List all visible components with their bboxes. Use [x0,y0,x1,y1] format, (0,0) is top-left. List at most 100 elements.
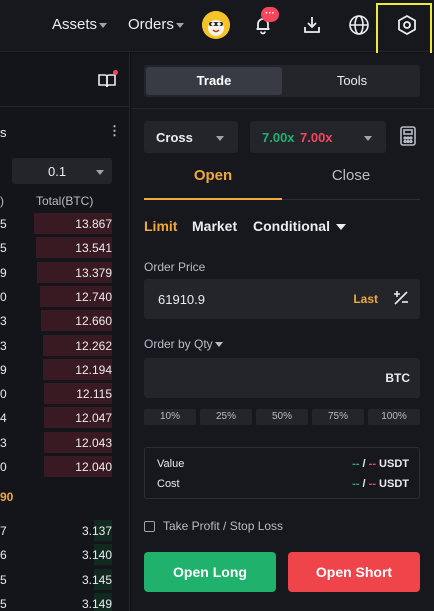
row-total: 12.047 [75,411,112,426]
row-total: 13.867 [75,217,112,231]
order-type-conditional-label: Conditional [253,218,330,234]
tab-open[interactable]: Open [144,167,282,184]
notification-dot [113,70,118,75]
row-price-fragment: 4 [0,411,7,426]
order-book-row[interactable]: 9 13.379 [0,261,130,283]
tpsl-label: Take Profit / Stop Loss [163,519,284,533]
mid-price: 90 [0,490,14,504]
row-price-fragment: 9 [0,265,7,280]
pct-25-button[interactable]: 25% [200,409,252,425]
order-book-row[interactable]: 6 3.140 [0,544,130,566]
value-short: -- [368,458,376,470]
row-total: 12.660 [75,314,112,329]
order-book-row[interactable]: 5 13.541 [0,237,130,259]
order-book-title: s [0,125,7,140]
order-type-conditional[interactable]: Conditional [253,218,346,234]
notification-badge: ··· [261,7,279,22]
cost-long: -- [352,478,360,490]
order-book-row[interactable]: 5 3.145 [0,568,130,590]
tab-tools[interactable]: Tools [284,65,420,97]
plus-minus-icon[interactable] [392,289,410,312]
open-long-button[interactable]: Open Long [144,552,276,592]
row-price-fragment: 0 [0,289,7,304]
order-book-row[interactable]: 9 12.194 [0,358,130,380]
order-type-market[interactable]: Market [192,218,237,234]
order-by-qty-label: Order by Qty [144,337,213,351]
row-price-fragment: 5 [0,596,7,611]
pct-100-button[interactable]: 100% [368,409,420,425]
order-book-row[interactable]: 5 13.867 [0,213,130,234]
value-label: Value [157,458,185,470]
order-book-row[interactable]: 0 12.040 [0,456,130,477]
assets-menu-label: Assets [52,16,98,33]
last-price-button[interactable]: Last [353,292,378,306]
assets-menu[interactable]: Assets [52,16,108,33]
order-by-qty-select[interactable]: Order by Qty [144,337,223,351]
row-total: 3.137 [81,524,112,538]
order-book-row[interactable]: 7 3.137 [0,520,130,541]
tpsl-toggle[interactable]: Take Profit / Stop Loss [144,519,283,533]
cost-unit: USDT [379,478,409,490]
row-price-fragment: 3 [0,435,7,450]
order-book-row[interactable]: 3 12.660 [0,310,130,332]
row-total: 13.541 [75,241,112,256]
row-total: 12.194 [75,362,112,377]
quantity-input[interactable]: BTC [144,358,420,398]
row-total: 12.115 [76,387,112,402]
trade-panel: Trade Tools Cross 7.00x 7.00x Open Close… [131,53,434,611]
row-price-fragment: 6 [0,548,7,563]
tab-trade[interactable]: Trade [146,67,282,95]
order-book-row[interactable]: 3 12.043 [0,431,130,453]
order-price-value: 61910.9 [158,292,205,307]
value-row: Value -- / -- USDT [157,458,409,472]
orders-menu[interactable]: Orders [128,16,184,33]
avatar[interactable] [202,11,230,39]
tab-close[interactable]: Close [282,167,420,184]
order-book-row[interactable]: 0 12.115 [0,383,130,405]
value-long: -- [352,458,360,470]
depth-select[interactable]: 0.1 [12,158,112,184]
pct-10-button[interactable]: 10% [144,409,196,425]
pct-50-button[interactable]: 50% [256,409,308,425]
row-total: 12.262 [75,338,112,353]
order-book-row[interactable]: 3 12.262 [0,334,130,356]
order-type-limit[interactable]: Limit [144,218,177,234]
top-nav-bar: Assets Orders ··· [0,0,434,63]
leverage-select[interactable]: 7.00x 7.00x [250,121,386,153]
row-total: 3.145 [81,572,112,587]
divider [129,53,130,611]
globe-icon[interactable] [344,10,374,40]
book-icon[interactable] [98,73,116,94]
row-total: 12.040 [75,460,112,474]
chevron-down-icon [96,170,104,175]
open-short-button[interactable]: Open Short [288,552,420,592]
calculator-icon[interactable] [399,126,417,151]
row-price-fragment: 5 [0,572,7,587]
margin-mode-select[interactable]: Cross [144,121,238,153]
more-options-icon[interactable]: ⋮ [108,123,121,139]
order-book-row[interactable]: 0 12.740 [0,285,130,307]
percentage-selector: 10% 25% 50% 75% 100% [144,409,420,425]
tpsl-checkbox[interactable] [144,520,155,532]
cost-short: -- [368,478,376,490]
chevron-down-icon [175,22,184,28]
pct-75-button[interactable]: 75% [312,409,364,425]
slash: / [362,478,366,490]
orders-menu-label: Orders [128,16,174,33]
order-book-row[interactable]: 4 12.047 [0,407,130,429]
download-icon[interactable] [297,10,327,40]
leverage-long: 7.00x [262,130,295,145]
value-unit: USDT [379,458,409,470]
column-header-price: ) [0,194,4,208]
cost-amount: -- / -- USDT [352,478,409,490]
divider [131,108,434,109]
slash: / [362,458,366,470]
row-price-fragment: 0 [0,387,7,402]
order-price-field[interactable]: 61910.9 Last [144,279,420,319]
row-total: 12.043 [75,435,112,450]
order-book-row[interactable]: 5 3.149 [0,592,130,611]
row-price-fragment: 7 [0,524,7,538]
row-price-fragment: 3 [0,338,7,353]
active-tab-indicator [144,198,282,200]
value-cost-box: Value -- / -- USDT Cost -- / -- USDT [144,447,420,499]
